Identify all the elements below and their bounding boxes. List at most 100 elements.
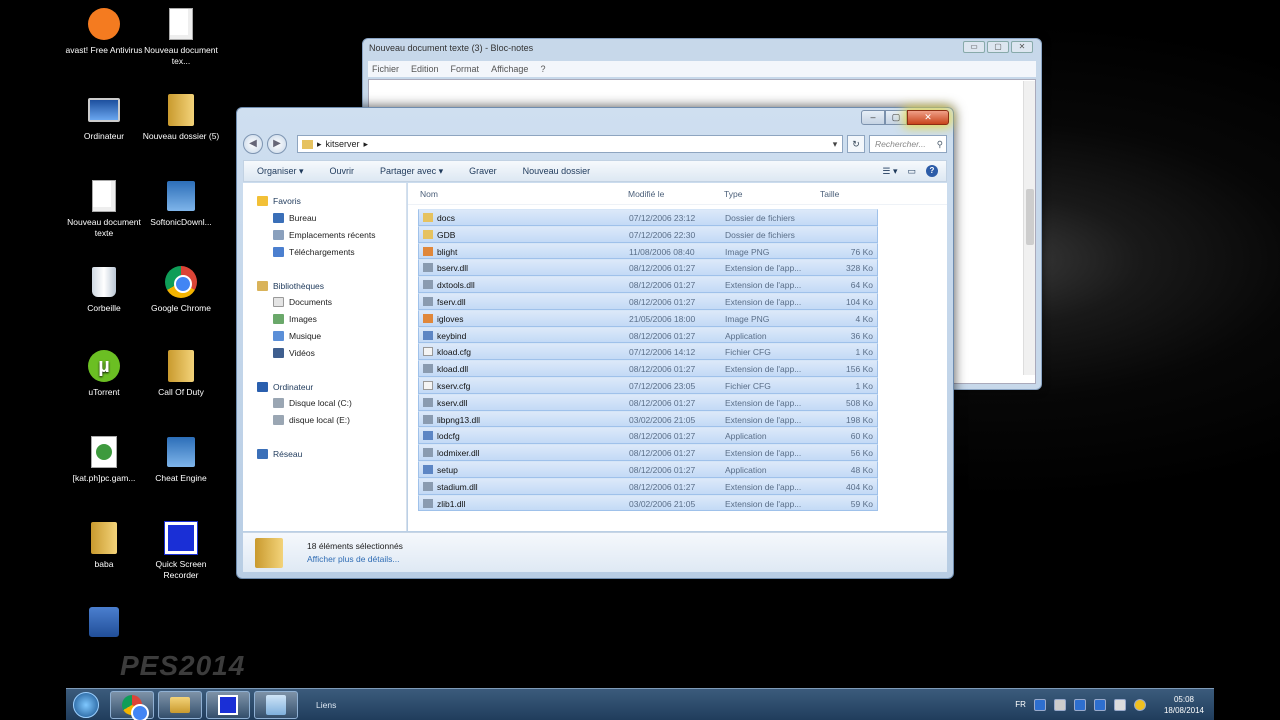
nav-network[interactable]: Réseau [243, 446, 406, 463]
nav-music[interactable]: Musique [243, 328, 406, 345]
column-header-type[interactable]: Type [724, 189, 742, 199]
desktop-icon-qsr[interactable]: Quick Screen Recorder [141, 520, 221, 581]
app-tray-icon[interactable] [1093, 698, 1106, 711]
maximize-button[interactable]: ▢ [885, 110, 907, 125]
back-button[interactable]: ◀ [243, 134, 263, 154]
file-row[interactable]: setup 08/12/2006 01:27 Application 48 Ko [418, 460, 878, 478]
file-row[interactable]: fserv.dll 08/12/2006 01:27 Extension de l'… [418, 292, 878, 310]
column-header-name[interactable]: Nom [420, 189, 438, 199]
file-type: Image PNG [725, 313, 770, 324]
links-toolbar[interactable]: Liens [316, 700, 336, 710]
file-row[interactable]: libpng13.dll 03/02/2006 21:05 Extension de… [418, 410, 878, 428]
minimize-button[interactable]: ▭ [963, 41, 985, 53]
clock[interactable]: 05:08 18/08/2014 [1164, 694, 1204, 716]
refresh-button[interactable]: ↻ [847, 135, 865, 153]
text-document-icon [163, 6, 199, 42]
file-row[interactable]: keybind 08/12/2006 01:27 Application 36 Ko [418, 326, 878, 344]
menu-affichage[interactable]: Affichage [491, 64, 528, 74]
close-button[interactable]: ✕ [1011, 41, 1033, 53]
desktop-icon-text-doc[interactable]: Nouveau document tex... [141, 6, 221, 67]
nav-favorites[interactable]: Favoris [243, 193, 406, 210]
desktop-icon-recycle-bin[interactable]: Corbeille [64, 264, 144, 314]
forward-button[interactable]: ▶ [267, 134, 287, 154]
notepad-scrollbar[interactable] [1023, 81, 1035, 375]
show-details-link[interactable]: Afficher plus de détails... [307, 554, 403, 564]
desktop-icon-cheat-engine[interactable]: Cheat Engine [141, 434, 221, 484]
file-name: lodmixer.dll [437, 448, 480, 459]
taskbar-quick-screen-recorder[interactable] [206, 690, 250, 719]
preview-pane-icon[interactable]: ▭ [907, 166, 916, 177]
open-button[interactable]: Ouvrir [317, 166, 368, 176]
nav-images[interactable]: Images [243, 311, 406, 328]
file-row[interactable]: igloves 21/05/2006 18:00 Image PNG 4 Ko [418, 309, 878, 327]
view-options-icon[interactable]: ☰ ▾ [882, 166, 897, 177]
file-row[interactable]: blight 11/08/2006 08:40 Image PNG 76 Ko [418, 242, 878, 260]
file-row[interactable]: kserv.dll 08/12/2006 01:27 Extension de l'… [418, 393, 878, 411]
explorer-window[interactable]: – ▢ ✕ ◀ ▶ ▸ kitserver ▸ ▾ ↻ Rechercher..… [236, 107, 954, 579]
desktop-icon-avast[interactable]: avast! Free Antivirus [64, 6, 144, 56]
download-icon [273, 246, 284, 257]
desktop-icon-computer[interactable]: Ordinateur [64, 92, 144, 142]
menu-edition[interactable]: Edition [411, 64, 439, 74]
nav-documents[interactable]: Documents [243, 294, 406, 311]
network-tray-icon[interactable] [1113, 698, 1126, 711]
close-button[interactable]: ✕ [907, 110, 949, 125]
desktop-icon-baba[interactable]: baba [64, 520, 144, 570]
maximize-button[interactable]: ▢ [987, 41, 1009, 53]
address-bar[interactable]: ▸ kitserver ▸ ▾ [297, 135, 843, 153]
organize-button[interactable]: Organiser ▾ [244, 166, 317, 177]
file-row[interactable]: stadium.dll 08/12/2006 01:27 Extension de … [418, 477, 878, 495]
help-icon[interactable]: ? [926, 165, 938, 177]
app-tray-icon[interactable] [1073, 698, 1086, 711]
file-row[interactable]: zlib1.dll 03/02/2006 21:05 Extension de l'… [418, 494, 878, 512]
burn-button[interactable]: Graver [456, 166, 510, 176]
desktop-icon-network[interactable] [64, 604, 144, 643]
file-row[interactable]: bserv.dll 08/12/2006 01:27 Extension de l'… [418, 259, 878, 277]
file-row[interactable]: lodcfg 08/12/2006 01:27 Application 60 Ko [418, 427, 878, 445]
desktop-icon-call-of-duty[interactable]: Call Of Duty [141, 348, 221, 398]
scroll-thumb[interactable] [1026, 189, 1034, 245]
nav-drive-e[interactable]: disque local (E:) [243, 412, 406, 429]
menu-fichier[interactable]: Fichier [372, 64, 399, 74]
flag-icon[interactable] [1053, 698, 1066, 711]
search-input[interactable]: Rechercher... ⚲ [869, 135, 947, 153]
file-row[interactable]: kserv.cfg 07/12/2006 23:05 Fichier CFG 1 Ko [418, 376, 878, 394]
taskbar-notepad[interactable] [254, 690, 298, 719]
desktop-icon-softonic[interactable]: SoftonicDownl... [141, 178, 221, 228]
nav-desktop[interactable]: Bureau [243, 210, 406, 227]
taskbar-chrome[interactable] [110, 690, 154, 720]
file-row[interactable]: lodmixer.dll 08/12/2006 01:27 Extension de… [418, 444, 878, 461]
selection-count: 18 éléments sélectionnés [307, 541, 403, 551]
nav-computer[interactable]: Ordinateur [243, 378, 406, 395]
nav-drive-c[interactable]: Disque local (C:) [243, 395, 406, 412]
column-header-modified[interactable]: Modifié le [628, 189, 664, 199]
volume-icon[interactable] [1133, 698, 1146, 711]
file-row[interactable]: kload.dll 08/12/2006 01:27 Extension de l'… [418, 360, 878, 377]
file-row[interactable]: kload.cfg 07/12/2006 14:12 Fichier CFG 1 Ko [418, 343, 878, 361]
start-button[interactable] [66, 689, 106, 720]
file-row[interactable]: GDB 07/12/2006 22:30 Dossier de fichiers [418, 225, 878, 243]
desktop-icon-text-doc2[interactable]: Nouveau document texte [64, 178, 144, 239]
file-row[interactable]: dxtools.dll 08/12/2006 01:27 Extension de … [418, 276, 878, 293]
desktop-icon-folder5[interactable]: Nouveau dossier (5) [141, 92, 221, 142]
notepad-titlebar[interactable]: Nouveau document texte (3) - Bloc-notes [363, 39, 1041, 57]
minimize-button[interactable]: – [861, 110, 885, 125]
desktop-icon-kat[interactable]: [kat.ph]pc.gam... [64, 434, 144, 484]
language-indicator[interactable]: FR [1015, 700, 1026, 709]
file-row[interactable]: docs 07/12/2006 23:12 Dossier de fichiers [418, 209, 878, 226]
nav-recent[interactable]: Emplacements récents [243, 227, 406, 244]
nav-libraries[interactable]: Bibliothèques [243, 277, 406, 294]
menu-help[interactable]: ? [540, 64, 545, 74]
share-button[interactable]: Partager avec ▾ [367, 166, 456, 177]
help-icon[interactable] [1033, 698, 1046, 711]
taskbar-explorer[interactable] [158, 690, 202, 719]
chevron-down-icon[interactable]: ▾ [828, 139, 842, 150]
column-header-size[interactable]: Taille [820, 189, 839, 199]
nav-videos[interactable]: Vidéos [243, 344, 406, 361]
desktop-icon-chrome[interactable]: Google Chrome [141, 264, 221, 314]
menu-format[interactable]: Format [451, 64, 480, 74]
nav-downloads[interactable]: Téléchargements [243, 243, 406, 260]
new-folder-button[interactable]: Nouveau dossier [510, 166, 604, 176]
desktop-icon-utorrent[interactable]: µ uTorrent [64, 348, 144, 398]
breadcrumb-kitserver[interactable]: kitserver [326, 139, 360, 149]
